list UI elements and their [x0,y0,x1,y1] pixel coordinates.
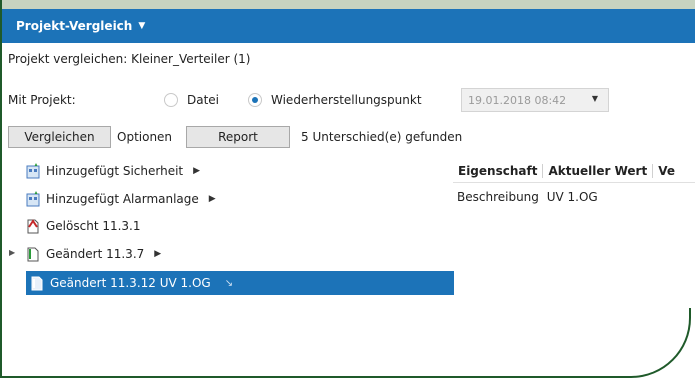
property-row[interactable]: Beschreibung UV 1.OG [457,190,598,204]
options-link[interactable]: Optionen [117,130,172,144]
column-header-truncated[interactable]: Ve [653,164,680,178]
expand-arrow-icon[interactable]: ▶ [209,194,216,204]
compare-project-line: Projekt vergleichen: Kleiner_Verteiler (… [8,52,251,66]
tree-item-label: Hinzugefügt Sicherheit [46,164,184,178]
changed-item-icon [30,275,44,291]
frame-corner-curve [611,308,691,378]
restore-point-value: 19.01.2018 08:42 [468,93,567,107]
column-header-property[interactable]: Eigenschaft [453,164,544,178]
compare-button[interactable]: Vergleichen [8,126,111,148]
tree-item-label: Hinzugefügt Alarmanlage [46,192,199,206]
changed-item-icon [26,246,40,262]
radio-restore-point-label: Wiederherstellungspunkt [271,93,422,107]
radio-restore-point[interactable] [248,93,262,107]
tree-item-deleted[interactable]: Gelöscht 11.3.1 [26,215,141,237]
tree-item-added-alarm[interactable]: Hinzugefügt Alarmanlage ▶ [26,188,216,210]
tree-item-label: Geändert 11.3.12 UV 1.OG [50,276,211,290]
chevron-down-icon[interactable]: ▼ [138,21,145,31]
panel-header[interactable]: Projekt-Vergleich ▼ [2,9,695,43]
tree-item-label: Geändert 11.3.7 [46,247,145,261]
radio-datei[interactable] [164,93,178,107]
tree-item-label: Gelöscht 11.3.1 [46,219,141,233]
cursor-icon: ↘ [224,277,234,289]
result-count: 5 Unterschied(e) gefunden [301,130,463,144]
expand-arrow-icon[interactable]: ▶ [193,166,200,176]
property-value: UV 1.OG [546,190,598,204]
tree-item-added-security[interactable]: Hinzugefügt Sicherheit ▶ [26,160,200,182]
panel-title: Projekt-Vergleich [16,19,133,33]
collapse-arrow-icon[interactable]: ▶ [9,248,15,257]
property-name: Beschreibung [457,190,539,204]
deleted-item-icon [26,218,40,234]
column-header-current-value[interactable]: Aktueller Wert [543,164,654,178]
added-item-icon [26,191,40,207]
properties-header: Eigenschaft Aktueller Wert Ve [453,160,695,183]
mit-projekt-label: Mit Projekt: [8,93,76,107]
dropdown-arrow-icon[interactable]: ▼ [592,94,598,103]
added-item-icon [26,163,40,179]
tree-item-changed-1137[interactable]: Geändert 11.3.7 ▶ [26,243,161,265]
frame-left-line [0,0,2,378]
expand-arrow-icon[interactable]: ▶ [154,249,161,259]
restore-point-dropdown[interactable]: 19.01.2018 08:42 ▼ [461,88,609,112]
frame-top-band [0,0,695,9]
tree-item-changed-11312-selected[interactable]: Geändert 11.3.12 UV 1.OG ↘ [26,271,454,295]
radio-datei-label: Datei [187,93,220,107]
report-button[interactable]: Report [186,126,290,148]
